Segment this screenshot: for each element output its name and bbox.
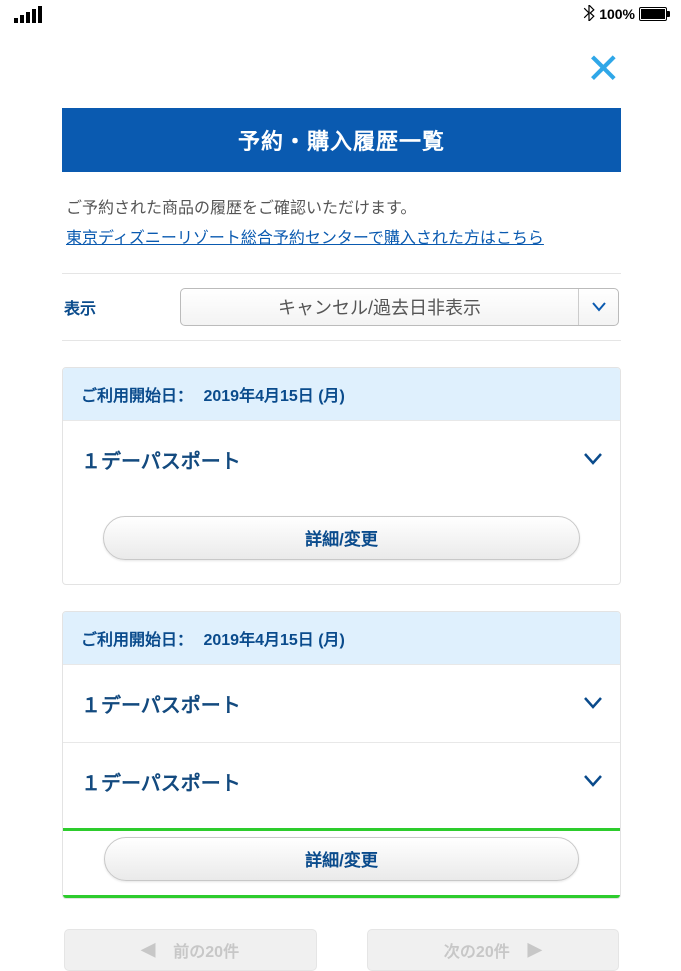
help-link[interactable]: 東京ディズニーリゾート総合予約センターで購入された方はこちら	[66, 230, 544, 247]
filter-row: 表示 キャンセル/過去日非表示	[62, 273, 621, 341]
date-label: ご利用開始日：	[81, 632, 193, 649]
status-bar: 100%	[0, 0, 681, 28]
ticket-item-row[interactable]: １デーパスポート	[63, 664, 620, 742]
battery-icon	[639, 7, 667, 21]
signal-icon	[14, 6, 42, 23]
next-page-button[interactable]: 次の20件 ▶	[367, 929, 620, 971]
detail-change-button[interactable]: 詳細/変更	[103, 516, 580, 560]
chevron-down-icon	[584, 692, 602, 715]
card-date-header: ご利用開始日： 2019年4月15日 (月)	[63, 368, 620, 420]
detail-change-button[interactable]: 詳細/変更	[104, 837, 579, 881]
chevron-down-icon	[584, 770, 602, 793]
ticket-item-row[interactable]: １デーパスポート	[63, 420, 620, 498]
chevron-down-icon	[578, 289, 618, 325]
chevron-left-icon: ◀	[141, 939, 155, 960]
reservation-card: ご利用開始日： 2019年4月15日 (月) １デーパスポート 詳細/変更	[62, 367, 621, 585]
page-title: 予約・購入履歴一覧	[62, 108, 621, 172]
prev-label: 前の20件	[173, 938, 239, 962]
next-label: 次の20件	[444, 938, 510, 962]
chevron-right-icon: ▶	[528, 939, 542, 960]
date-label: ご利用開始日：	[81, 388, 193, 405]
intro-text: ご予約された商品の履歴をご確認いただけます。 東京ディズニーリゾート総合予約セン…	[62, 172, 621, 273]
battery-text: 100%	[599, 6, 635, 22]
date-value: 2019年4月15日 (月)	[203, 632, 344, 649]
ticket-name: １デーパスポート	[81, 445, 241, 474]
filter-selected-value: キャンセル/過去日非表示	[181, 294, 578, 320]
ticket-item-row[interactable]: １デーパスポート	[63, 742, 620, 820]
date-value: 2019年4月15日 (月)	[203, 388, 344, 405]
close-icon[interactable]: ✕	[586, 48, 621, 90]
filter-select[interactable]: キャンセル/過去日非表示	[180, 288, 619, 326]
prev-page-button[interactable]: ◀ 前の20件	[64, 929, 317, 971]
intro-description: ご予約された商品の履歴をご確認いただけます。	[66, 200, 416, 217]
bluetooth-icon	[583, 5, 595, 24]
ticket-name: １デーパスポート	[81, 689, 241, 718]
reservation-card: ご利用開始日： 2019年4月15日 (月) １デーパスポート １デーパスポート…	[62, 611, 621, 899]
ticket-name: １デーパスポート	[81, 767, 241, 796]
chevron-down-icon	[584, 448, 602, 471]
filter-label: 表示	[64, 295, 164, 319]
card-date-header: ご利用開始日： 2019年4月15日 (月)	[63, 612, 620, 664]
highlight-annotation: 詳細/変更	[62, 828, 621, 898]
pager: ◀ 前の20件 次の20件 ▶	[62, 929, 621, 971]
